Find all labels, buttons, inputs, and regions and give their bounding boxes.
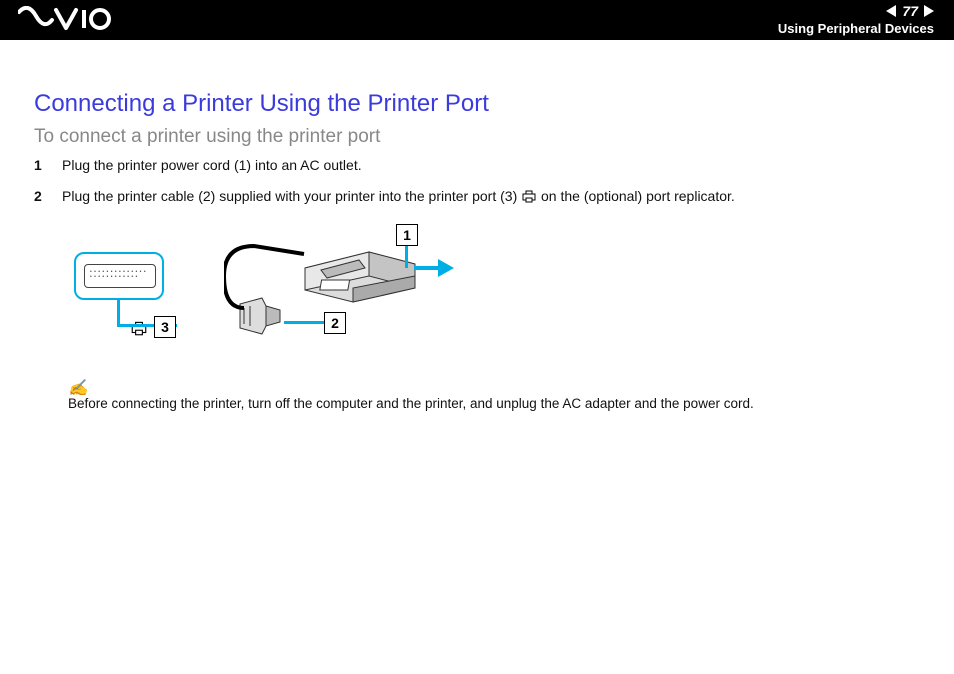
page-number: 77 (902, 3, 918, 19)
connection-diagram: • • • • • • • • • • • • • • • • • • • • … (74, 224, 504, 364)
printer-port-icon (521, 189, 537, 208)
page-nav: 77 (886, 3, 934, 19)
callout-1: 1 (396, 224, 418, 246)
step-number: 2 (34, 187, 48, 208)
note: ✍ Before connecting the printer, turn of… (68, 378, 920, 411)
step-text: Plug the printer cable (2) supplied with… (62, 187, 735, 208)
parallel-port: • • • • • • • • • • • • • • • • • • • • … (74, 252, 164, 300)
step-2: 2 Plug the printer cable (2) supplied wi… (34, 187, 920, 208)
step-number: 1 (34, 156, 48, 175)
step-text: Plug the printer power cord (1) into an … (62, 156, 362, 175)
vaio-logo-svg (18, 6, 112, 32)
step-1: 1 Plug the printer power cord (1) into a… (34, 156, 920, 175)
page-subtitle: To connect a printer using the printer p… (34, 126, 920, 148)
callout-3: 3 (154, 316, 176, 338)
power-arrow-icon (438, 259, 454, 277)
next-page-arrow-icon[interactable] (924, 5, 934, 17)
prev-page-arrow-icon[interactable] (886, 5, 896, 17)
page-title: Connecting a Printer Using the Printer P… (34, 90, 920, 118)
printer (299, 238, 409, 296)
vaio-logo (18, 6, 112, 32)
section-title: Using Peripheral Devices (778, 21, 934, 36)
steps-list: 1 Plug the printer power cord (1) into a… (34, 156, 920, 208)
note-text: Before connecting the printer, turn off … (68, 396, 754, 411)
note-icon: ✍ (68, 378, 920, 398)
page-content: Connecting a Printer Using the Printer P… (0, 40, 954, 411)
header-bar: 77 Using Peripheral Devices (0, 0, 954, 40)
